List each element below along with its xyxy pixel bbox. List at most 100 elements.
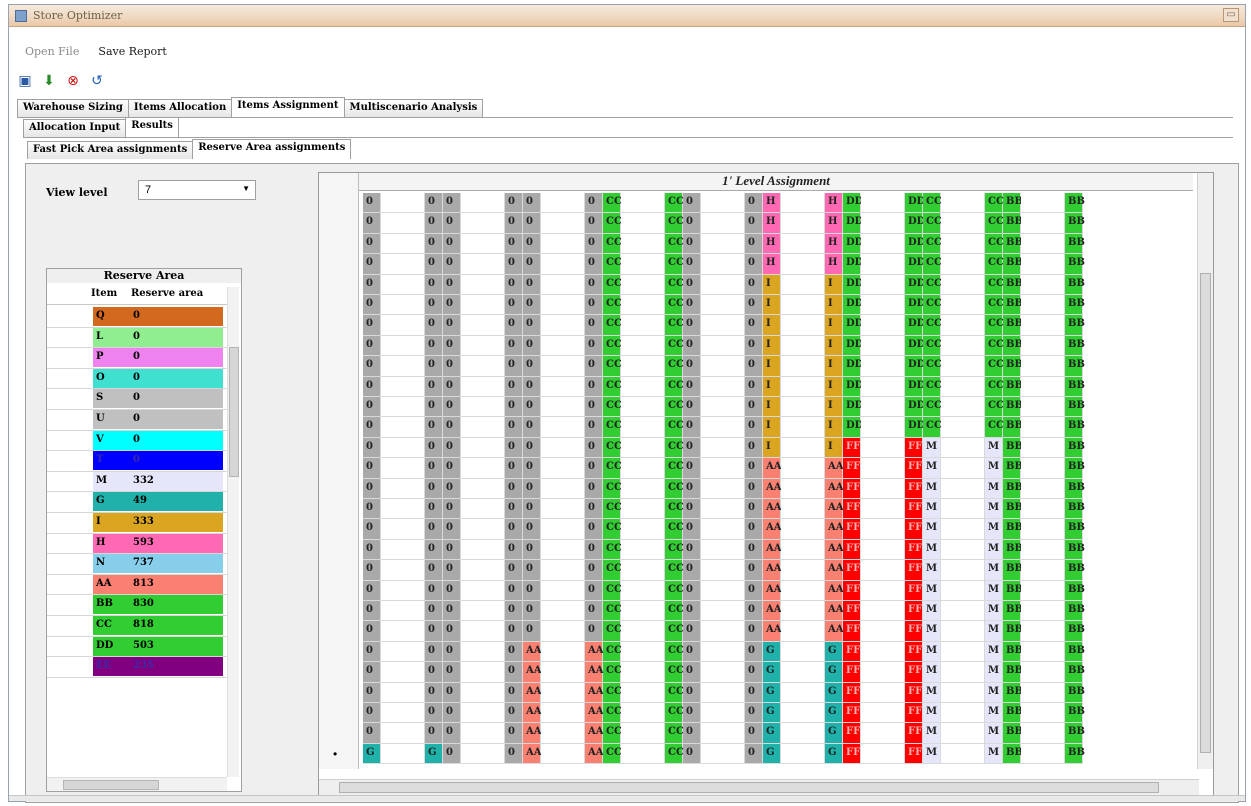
grid-cell[interactable] [781, 703, 825, 724]
grid-cell[interactable] [941, 478, 985, 499]
grid-cell[interactable]: DD [905, 274, 925, 295]
grid-cell[interactable] [861, 703, 905, 724]
grid-cell[interactable]: 0 [363, 397, 381, 418]
grid-cell[interactable] [621, 233, 665, 255]
grid-cell[interactable]: M [923, 478, 941, 499]
grid-cell[interactable]: 0 [363, 580, 381, 601]
grid-cell[interactable]: DD [905, 193, 925, 214]
grid-cell[interactable]: 0 [443, 703, 461, 724]
grid-cell[interactable] [621, 743, 665, 765]
grid-cell[interactable]: 0 [363, 662, 381, 683]
grid-cell[interactable]: CC [603, 641, 622, 663]
grid-cell[interactable]: CC [985, 274, 1004, 295]
grid-cell[interactable] [701, 499, 745, 520]
grid-cell[interactable] [461, 356, 505, 377]
grid-cell[interactable] [701, 274, 745, 295]
grid-cell[interactable] [861, 560, 905, 581]
grid-cell[interactable]: CC [923, 335, 942, 357]
grid-cell[interactable]: DD [905, 376, 925, 397]
grid-cell[interactable]: 0 [505, 458, 523, 479]
grid-cell[interactable]: 0 [425, 621, 443, 642]
grid-cell[interactable]: M [985, 458, 1003, 479]
grid-cell[interactable] [461, 662, 505, 683]
grid-cell[interactable] [941, 723, 985, 744]
grid-cell[interactable] [1021, 723, 1065, 744]
grid-cell[interactable]: BB [1065, 601, 1085, 622]
grid-cell[interactable] [941, 335, 985, 357]
grid-cell[interactable] [1021, 254, 1065, 275]
grid-cell[interactable]: CC [603, 478, 622, 499]
grid-cell[interactable]: 0 [745, 682, 763, 703]
grid-cell[interactable]: CC [603, 539, 622, 561]
grid-cell[interactable]: G [825, 682, 843, 703]
grid-cell[interactable] [541, 274, 585, 295]
grid-cell[interactable]: CC [985, 397, 1004, 418]
grid-cell[interactable] [861, 601, 905, 622]
grid-cell[interactable] [701, 621, 745, 642]
grid-cell[interactable]: 0 [363, 499, 381, 520]
grid-cell[interactable] [381, 437, 425, 459]
grid-cell[interactable]: M [985, 641, 1003, 663]
grid-cell[interactable] [381, 376, 425, 397]
grid-cell[interactable]: 0 [425, 213, 443, 234]
grid-cell[interactable]: 0 [425, 601, 443, 622]
grid-cell[interactable] [381, 315, 425, 336]
grid-cell[interactable]: FF [905, 560, 923, 581]
grid-cell[interactable]: 0 [505, 539, 523, 561]
grid-cell[interactable]: CC [665, 743, 684, 765]
grid-cell[interactable]: I [763, 356, 781, 377]
grid-cell[interactable]: 0 [683, 233, 701, 255]
grid-cell[interactable]: FF [905, 478, 923, 499]
grid-cell[interactable] [621, 682, 665, 703]
grid-cell[interactable]: 0 [683, 743, 701, 765]
grid-cell[interactable]: AA [585, 723, 604, 744]
grid-cell[interactable]: 0 [523, 478, 541, 499]
grid-cell[interactable] [541, 662, 585, 683]
grid-cell[interactable]: 0 [523, 417, 541, 438]
grid-cell[interactable]: 0 [683, 580, 701, 601]
import-icon[interactable]: ⬇ [41, 72, 57, 88]
grid-cell[interactable]: 0 [745, 723, 763, 744]
grid-cell[interactable] [621, 621, 665, 642]
grid-cell[interactable]: CC [665, 662, 684, 683]
grid-cell[interactable] [701, 437, 745, 459]
grid-cell[interactable]: M [923, 703, 941, 724]
grid-cell[interactable]: DD [843, 213, 863, 234]
grid-cell[interactable]: 0 [523, 335, 541, 357]
grid-cell[interactable]: 0 [443, 539, 461, 561]
grid-cell[interactable]: FF [905, 458, 923, 479]
grid-cell[interactable]: 0 [443, 356, 461, 377]
grid-cell[interactable]: 0 [683, 539, 701, 561]
grid-cell[interactable]: 0 [363, 478, 381, 499]
grid-cell[interactable]: 0 [425, 641, 443, 663]
grid-cell[interactable]: BB [1065, 213, 1085, 234]
grid-cell[interactable]: AA [763, 580, 782, 601]
grid-cell[interactable] [941, 458, 985, 479]
grid-cell[interactable]: DD [905, 356, 925, 377]
grid-cell[interactable]: 0 [505, 254, 523, 275]
grid-cell[interactable] [541, 499, 585, 520]
grid-cell[interactable]: 0 [683, 641, 701, 663]
grid-cell[interactable]: 0 [425, 417, 443, 438]
grid-cell[interactable]: CC [923, 254, 942, 275]
grid-cell[interactable]: 0 [505, 213, 523, 234]
grid-cell[interactable] [941, 662, 985, 683]
grid-cell[interactable]: AA [763, 478, 782, 499]
grid-cell[interactable]: 0 [443, 621, 461, 642]
grid-cell[interactable] [621, 499, 665, 520]
grid-cell[interactable] [621, 254, 665, 275]
grid-cell[interactable]: BB [1065, 723, 1085, 744]
grid-cell[interactable] [461, 703, 505, 724]
grid-cell[interactable]: 0 [523, 274, 541, 295]
grid-cell[interactable]: I [763, 274, 781, 295]
grid-cell[interactable]: 0 [505, 295, 523, 316]
tab-allocation-input[interactable]: Allocation Input [23, 119, 127, 137]
menu-open-file[interactable]: Open File [25, 45, 79, 58]
grid-cell[interactable] [781, 519, 825, 540]
grid-cell[interactable] [941, 213, 985, 234]
grid-cell[interactable] [461, 621, 505, 642]
undo-icon[interactable]: ↺ [89, 72, 105, 88]
grid-cell[interactable] [1021, 295, 1065, 316]
grid-cell[interactable]: CC [985, 376, 1004, 397]
grid-cell[interactable] [861, 213, 905, 234]
